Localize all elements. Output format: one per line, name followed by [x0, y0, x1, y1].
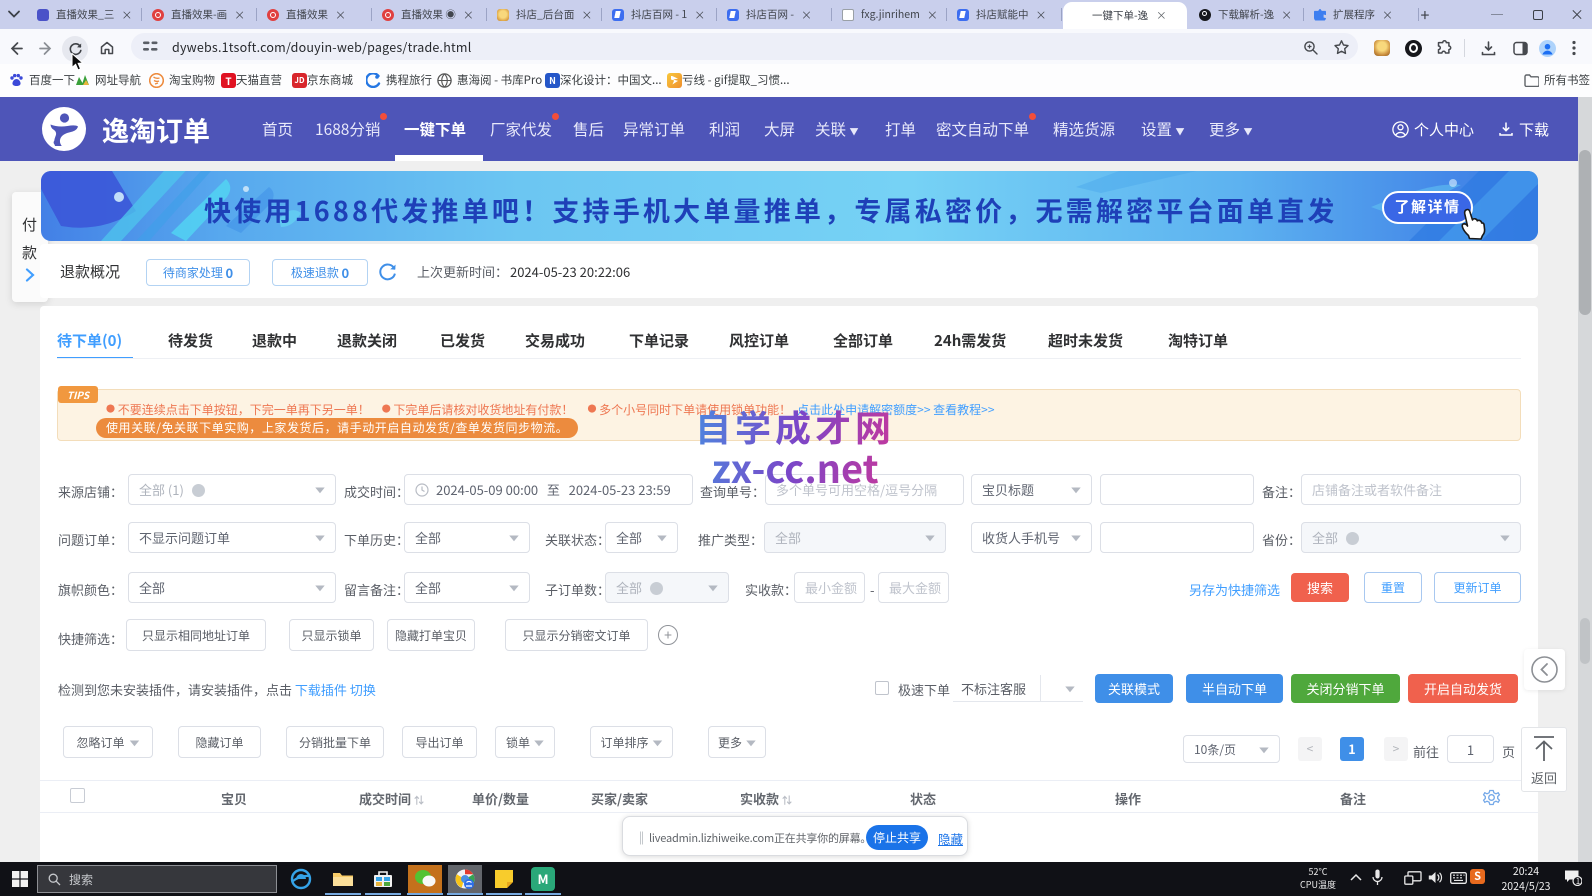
svg-text:1: 1 [1576, 876, 1580, 886]
